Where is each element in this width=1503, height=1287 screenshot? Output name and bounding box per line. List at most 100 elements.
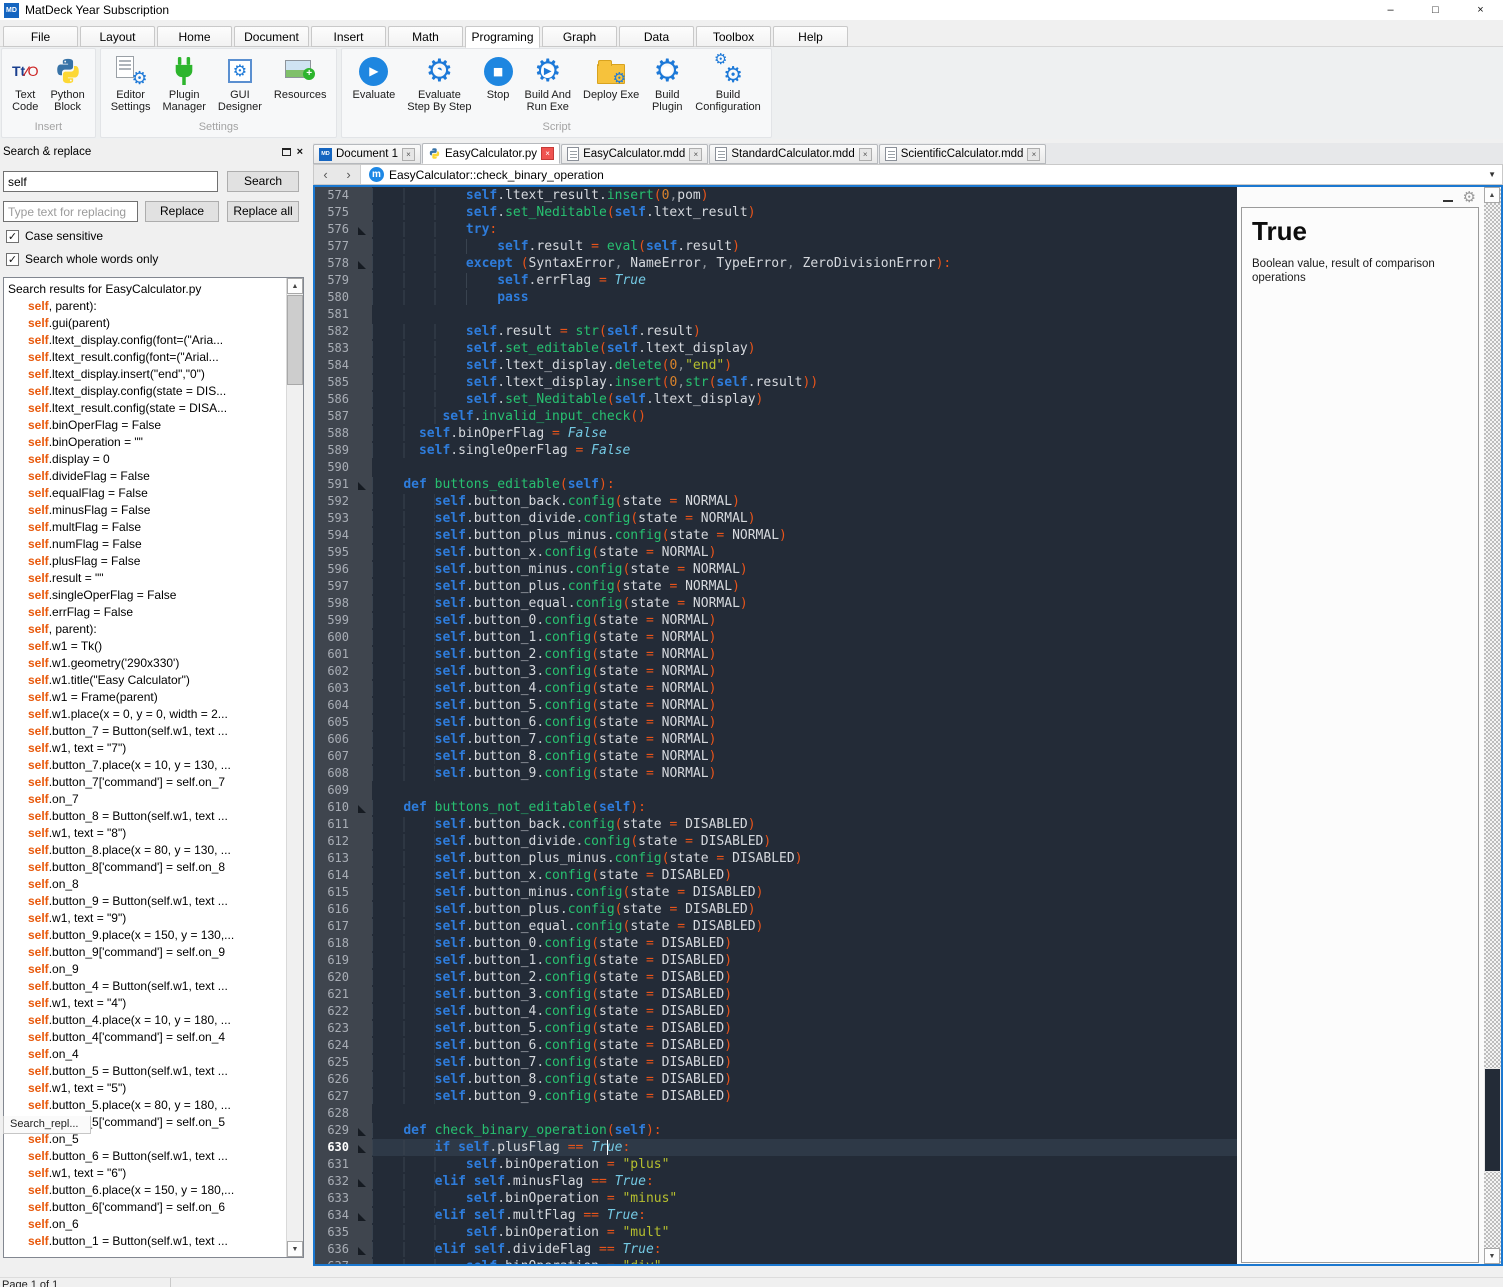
code-line[interactable]: 592 self.button_back.config(state = NORM… (315, 493, 1237, 510)
doc-tab-easycalculator.py[interactable]: EasyCalculator.py× (422, 143, 560, 164)
code-line[interactable]: 589 self.singleOperFlag = False (315, 442, 1237, 459)
editor-scroll-down-icon[interactable]: ▼ (1484, 1248, 1500, 1264)
replace-button[interactable]: Replace (145, 201, 219, 222)
search-result-row[interactable]: self.button_4.place(x = 10, y = 180, ... (8, 1012, 303, 1029)
float-panel-icon[interactable] (282, 148, 291, 156)
search-result-row[interactable]: self.ltext_result.config(font=("Arial... (8, 349, 303, 366)
search-result-row[interactable]: self.binOperFlag = False (8, 417, 303, 434)
search-result-row[interactable]: self.button_5 = Button(self.w1, text ... (8, 1063, 303, 1080)
search-result-row[interactable]: self.button_9 = Button(self.w1, text ... (8, 893, 303, 910)
code-line[interactable]: 625 self.button_7.config(state = DISABLE… (315, 1054, 1237, 1071)
code-line[interactable]: 583 self.set_editable(self.ltext_display… (315, 340, 1237, 357)
menu-tab-help[interactable]: Help (773, 26, 848, 47)
search-result-row[interactable]: self.minusFlag = False (8, 502, 303, 519)
tab-close-icon[interactable]: × (859, 148, 872, 161)
menu-tab-layout[interactable]: Layout (80, 26, 155, 47)
code-line[interactable]: 608 self.button_9.config(state = NORMAL) (315, 765, 1237, 782)
code-line[interactable]: 612 self.button_divide.config(state = DI… (315, 833, 1237, 850)
search-result-row[interactable]: self.divideFlag = False (8, 468, 303, 485)
search-result-row[interactable]: self.button_8.place(x = 80, y = 130, ... (8, 842, 303, 859)
code-line[interactable]: 587 self.invalid_input_check() (315, 408, 1237, 425)
code-line[interactable]: 628 (315, 1105, 1237, 1122)
menu-tab-insert[interactable]: Insert (311, 26, 386, 47)
fold-marker-icon[interactable] (358, 227, 366, 235)
search-result-row[interactable]: self.result = "" (8, 570, 303, 587)
search-input[interactable] (3, 171, 218, 192)
ribbon-item-resources[interactable]: +Resources (268, 52, 333, 102)
code-line[interactable]: 591 def buttons_editable(self): (315, 476, 1237, 493)
whole-words-checkbox[interactable]: ✓ (6, 253, 19, 266)
code-line[interactable]: 578 except (SyntaxError, NameError, Type… (315, 255, 1237, 272)
search-result-row[interactable]: self.w1, text = "4") (8, 995, 303, 1012)
code-line[interactable]: 619 self.button_1.config(state = DISABLE… (315, 952, 1237, 969)
doc-tab-easycalculator.mdd[interactable]: EasyCalculator.mdd× (561, 144, 708, 164)
ribbon-item-text-code[interactable]: Tt⁄OText Code (6, 52, 44, 114)
search-result-row[interactable]: self.on_9 (8, 961, 303, 978)
tab-close-icon[interactable]: × (541, 147, 554, 160)
code-line[interactable]: 613 self.button_plus_minus.config(state … (315, 850, 1237, 867)
search-result-row[interactable]: self.plusFlag = False (8, 553, 303, 570)
code-line[interactable]: 575 self.set_Neditable(self.ltext_result… (315, 204, 1237, 221)
code-line[interactable]: 590 (315, 459, 1237, 476)
search-result-row[interactable]: self.button_7['command'] = self.on_7 (8, 774, 303, 791)
search-result-row[interactable]: self.w1, text = "6") (8, 1165, 303, 1182)
tab-close-icon[interactable]: × (689, 148, 702, 161)
dock-tab-search-replace[interactable]: Search_repl... (3, 1116, 91, 1134)
menu-tab-file[interactable]: File (3, 26, 78, 47)
search-result-row[interactable]: self, parent): (8, 298, 303, 315)
search-result-row[interactable]: self.button_8['command'] = self.on_8 (8, 859, 303, 876)
search-result-row[interactable]: self.errFlag = False (8, 604, 303, 621)
search-result-row[interactable]: self.equalFlag = False (8, 485, 303, 502)
search-result-row[interactable]: self.ltext_display.insert("end","0") (8, 366, 303, 383)
menu-tab-graph[interactable]: Graph (542, 26, 617, 47)
fold-marker-icon[interactable] (358, 805, 366, 813)
ribbon-item-python-block[interactable]: Python Block (44, 52, 90, 114)
editor-scrollbar[interactable]: ▲ ▼ (1484, 187, 1501, 1264)
code-line[interactable]: 631 self.binOperation = "plus" (315, 1156, 1237, 1173)
code-line[interactable]: 605 self.button_6.config(state = NORMAL) (315, 714, 1237, 731)
code-line[interactable]: 621 self.button_3.config(state = DISABLE… (315, 986, 1237, 1003)
search-result-row[interactable]: self.button_4 = Button(self.w1, text ... (8, 978, 303, 995)
nav-back-icon[interactable]: ‹ (323, 167, 327, 182)
ribbon-item-stop[interactable]: ■Stop (478, 52, 519, 102)
doc-tab-standardcalculator.mdd[interactable]: StandardCalculator.mdd× (709, 144, 877, 164)
search-result-row[interactable]: self.display = 0 (8, 451, 303, 468)
code-line[interactable]: 632 elif self.minusFlag == True: (315, 1173, 1237, 1190)
code-line[interactable]: 598 self.button_equal.config(state = NOR… (315, 595, 1237, 612)
fold-marker-icon[interactable] (358, 482, 366, 490)
code-line[interactable]: 627 self.button_9.config(state = DISABLE… (315, 1088, 1237, 1105)
search-result-row[interactable]: self.on_8 (8, 876, 303, 893)
code-line[interactable]: 600 self.button_1.config(state = NORMAL) (315, 629, 1237, 646)
code-line[interactable]: 610 def buttons_not_editable(self): (315, 799, 1237, 816)
menu-tab-document[interactable]: Document (234, 26, 309, 47)
replace-input[interactable] (3, 201, 138, 222)
search-result-row[interactable]: self, parent): (8, 621, 303, 638)
editor-scroll-up-icon[interactable]: ▲ (1484, 187, 1500, 203)
code-line[interactable]: 614 self.button_x.config(state = DISABLE… (315, 867, 1237, 884)
menu-tab-programing[interactable]: Programing (465, 26, 540, 48)
search-result-row[interactable]: self.w1, text = "9") (8, 910, 303, 927)
search-result-row[interactable]: self.w1.place(x = 0, y = 0, width = 2... (8, 706, 303, 723)
code-area[interactable]: 574 self.ltext_result.insert(0,pom)575 s… (315, 187, 1237, 1264)
fold-marker-icon[interactable] (358, 261, 366, 269)
code-line[interactable]: 601 self.button_2.config(state = NORMAL) (315, 646, 1237, 663)
menu-tab-data[interactable]: Data (619, 26, 694, 47)
code-line[interactable]: 580 pass (315, 289, 1237, 306)
fold-marker-icon[interactable] (358, 1213, 366, 1221)
code-line[interactable]: 606 self.button_7.config(state = NORMAL) (315, 731, 1237, 748)
search-result-row[interactable]: self.button_9['command'] = self.on_9 (8, 944, 303, 961)
fold-marker-icon[interactable] (358, 1145, 366, 1153)
code-line[interactable]: 588 self.binOperFlag = False (315, 425, 1237, 442)
ribbon-item-evaluate[interactable]: ▶Evaluate (346, 52, 401, 102)
editor-scroll-thumb[interactable] (1484, 1068, 1501, 1172)
search-result-row[interactable]: self.on_4 (8, 1046, 303, 1063)
minimize-button[interactable]: – (1368, 0, 1413, 20)
scroll-up-icon[interactable]: ▲ (287, 278, 303, 294)
scroll-down-icon[interactable]: ▼ (287, 1241, 303, 1257)
code-line[interactable]: 624 self.button_6.config(state = DISABLE… (315, 1037, 1237, 1054)
ribbon-item-build-plugin[interactable]: ⚙Build Plugin (645, 52, 689, 114)
ribbon-item-evaluate-step-by-step[interactable]: ⚙▶Evaluate Step By Step (401, 52, 477, 114)
code-line[interactable]: 617 self.button_equal.config(state = DIS… (315, 918, 1237, 935)
code-line[interactable]: 586 self.set_Neditable(self.ltext_displa… (315, 391, 1237, 408)
search-result-row[interactable]: self.ltext_display.config(font=("Aria... (8, 332, 303, 349)
